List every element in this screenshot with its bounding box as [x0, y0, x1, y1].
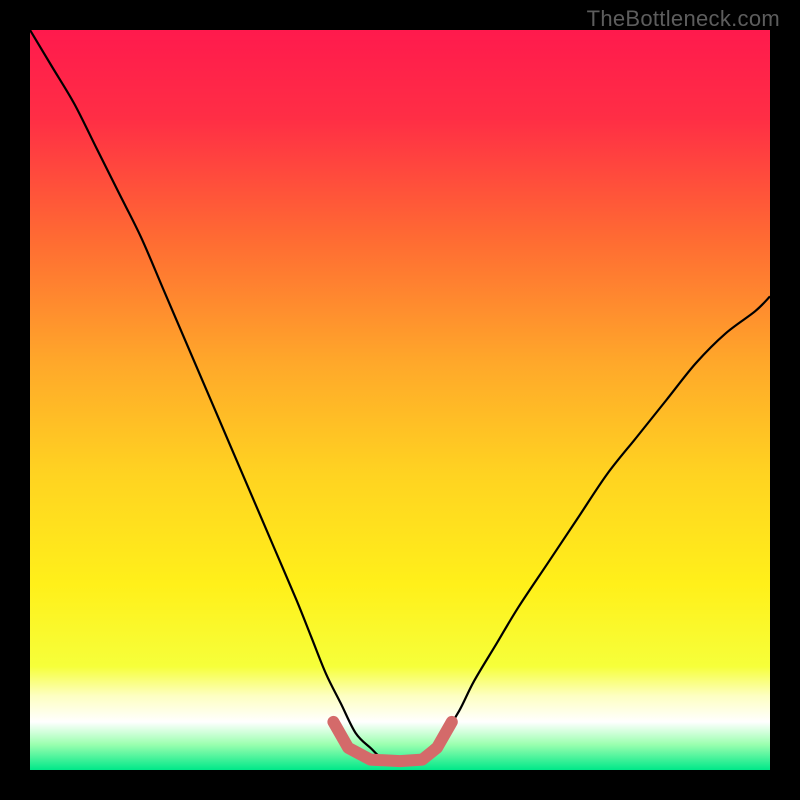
gradient-background	[30, 30, 770, 770]
watermark-text: TheBottleneck.com	[587, 6, 780, 32]
chart-frame: TheBottleneck.com	[0, 0, 800, 800]
chart-svg	[30, 30, 770, 770]
plot-area	[30, 30, 770, 770]
